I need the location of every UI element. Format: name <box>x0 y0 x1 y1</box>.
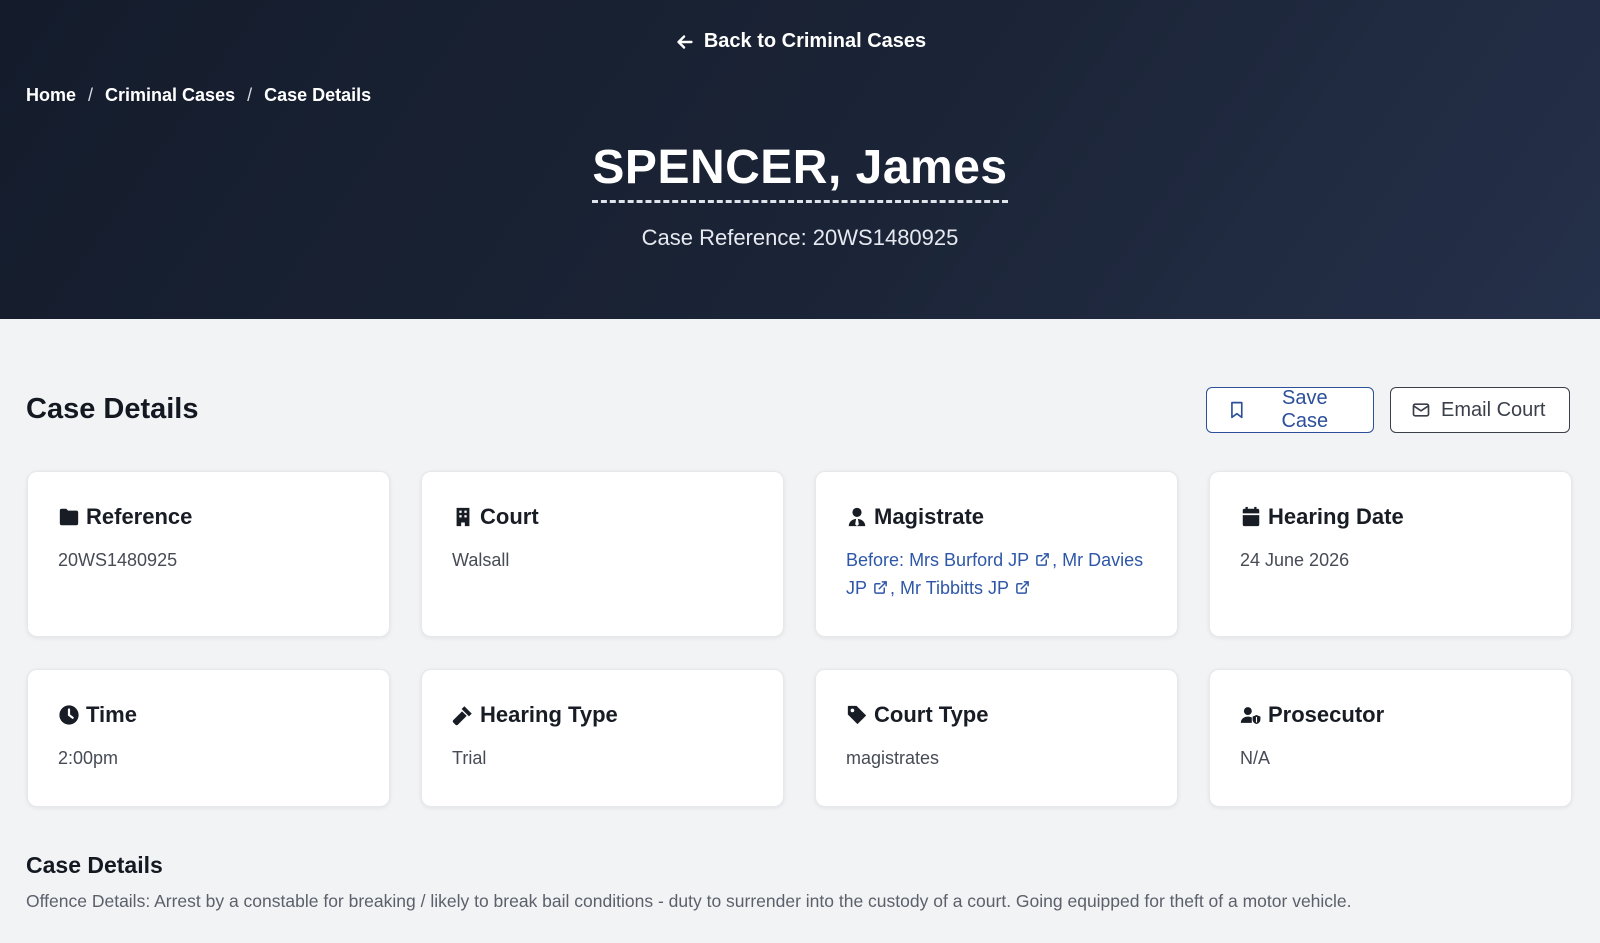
time-card-title: Time <box>58 700 359 730</box>
hearing-type-card: Hearing Type Trial <box>421 669 784 807</box>
tag-icon <box>847 705 867 725</box>
folder-icon <box>59 508 79 526</box>
bookmark-icon <box>1231 401 1243 419</box>
hearing-date-label: Hearing Date <box>1268 504 1404 529</box>
back-to-criminal-cases-link[interactable]: Back to Criminal Cases <box>0 30 1600 53</box>
case-details-title: Case Details <box>26 852 163 878</box>
external-link-icon[interactable] <box>1035 552 1050 567</box>
court-value: Walsall <box>452 550 510 570</box>
magistrate-prefix: Before: <box>846 550 905 570</box>
envelope-icon <box>1412 403 1430 417</box>
breadcrumb-home[interactable]: Home <box>26 85 76 106</box>
building-icon <box>456 507 470 527</box>
action-buttons: Save Case Email Court <box>1206 387 1570 433</box>
save-case-label: Save Case <box>1281 387 1329 432</box>
time-card: Time 2:00pm <box>27 669 390 807</box>
clock-icon <box>59 705 79 725</box>
user-shield-icon <box>1240 707 1261 725</box>
section-title: Case Details <box>26 393 199 425</box>
magistrate-card: Magistrate Before: Mrs Burford JP, Mr Da… <box>815 471 1178 637</box>
external-link-icon[interactable] <box>873 580 888 595</box>
hearing-type-card-title: Hearing Type <box>452 700 753 730</box>
breadcrumb-current: Case Details <box>264 85 372 105</box>
time-label: Time <box>86 702 137 727</box>
case-details-section: Case Details Offence Details: Arrest by … <box>26 852 1574 912</box>
hero-banner: Back to Criminal Cases Home / Criminal C… <box>0 0 1600 319</box>
court-card-title: Court <box>452 502 753 532</box>
reference-card: Reference 20WS1480925 <box>27 471 390 637</box>
email-court-label: Email Court <box>1441 398 1546 421</box>
breadcrumb-separator: / <box>88 85 94 105</box>
hearing-date-card-title: Hearing Date <box>1240 502 1541 532</box>
hearing-date-value: 24 June 2026 <box>1240 550 1350 570</box>
page-title-wrap: SPENCER, James <box>0 140 1600 203</box>
magistrate-link-tibbitts[interactable]: Mr Tibbitts JP <box>900 578 1009 598</box>
case-details-text: Offence Details: Arrest by a constable f… <box>26 891 1352 911</box>
case-info-grid: Reference 20WS1480925 Court Walsall Magi… <box>27 471 1572 807</box>
magistrate-card-title: Magistrate <box>846 502 1147 532</box>
arrow-left-icon <box>677 34 693 49</box>
prosecutor-value: N/A <box>1240 748 1271 768</box>
magistrate-link-burford[interactable]: Mrs Burford JP <box>909 550 1029 570</box>
hearing-type-value: Trial <box>452 748 487 768</box>
prosecutor-label: Prosecutor <box>1268 702 1385 727</box>
case-reference: Case Reference: 20WS1480925 <box>641 225 959 250</box>
back-link-label: Back to Criminal Cases <box>703 30 927 52</box>
hearing-date-card: Hearing Date 24 June 2026 <box>1209 471 1572 637</box>
calendar-icon <box>1242 506 1260 527</box>
magistrate-label: Magistrate <box>874 504 985 529</box>
gavel-icon <box>452 706 472 726</box>
magistrate-value: Before: Mrs Burford JP, Mr Davies JP, Mr… <box>846 546 1147 602</box>
court-type-value: magistrates <box>846 748 940 768</box>
breadcrumb-criminal-cases[interactable]: Criminal Cases <box>105 85 235 106</box>
save-case-button[interactable]: Save Case <box>1206 387 1374 433</box>
external-link-icon[interactable] <box>1015 580 1030 595</box>
prosecutor-card: Prosecutor N/A <box>1209 669 1572 807</box>
hearing-type-label: Hearing Type <box>480 702 618 727</box>
magistrate-separator: , <box>1052 550 1058 570</box>
court-label: Court <box>480 504 539 529</box>
reference-value: 20WS1480925 <box>58 550 178 570</box>
time-value: 2:00pm <box>58 748 119 768</box>
section-header: Case Details Save Case Email Court <box>26 387 1574 435</box>
court-card: Court Walsall <box>421 471 784 637</box>
court-type-card-title: Court Type <box>846 700 1147 730</box>
reference-card-title: Reference <box>58 502 359 532</box>
page-title: SPENCER, James <box>592 140 1008 203</box>
court-type-label: Court Type <box>874 702 989 727</box>
user-tie-icon <box>848 507 866 527</box>
breadcrumb: Home / Criminal Cases / Case Details <box>26 85 371 106</box>
reference-label: Reference <box>86 504 193 529</box>
court-type-card: Court Type magistrates <box>815 669 1178 807</box>
magistrate-separator: , <box>890 578 896 598</box>
prosecutor-card-title: Prosecutor <box>1240 700 1541 730</box>
email-court-button[interactable]: Email Court <box>1390 387 1570 433</box>
breadcrumb-separator: / <box>247 85 253 105</box>
